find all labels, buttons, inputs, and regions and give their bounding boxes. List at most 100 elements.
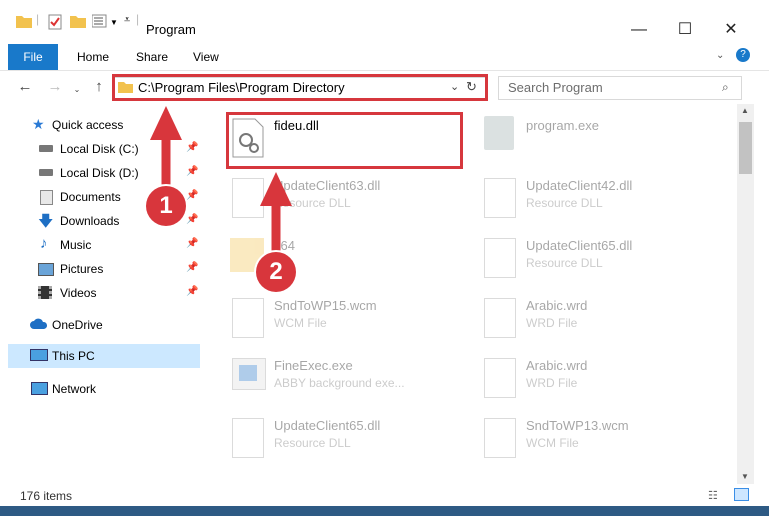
status-bar [0, 484, 769, 506]
pictures-icon [38, 263, 54, 276]
file-name: SndToWP15.wcm [274, 298, 377, 313]
sidebar-item-network[interactable]: Network [0, 377, 200, 401]
file-type: Resource DLL [274, 436, 351, 450]
up-arrow-icon[interactable]: ↑ [90, 78, 108, 96]
exe-file-icon [484, 116, 514, 150]
large-icons-view-icon[interactable] [734, 488, 749, 501]
qa-menu-icon[interactable]: ⩡ [124, 14, 130, 32]
drive-icon [39, 169, 53, 176]
exe-file-icon [232, 358, 266, 390]
file-type: Resource DLL [526, 256, 603, 270]
file-name: SndToWP13.wcm [526, 418, 629, 433]
ribbon-tabs: File Home Share View ⌄ ? [0, 44, 769, 71]
file-name: FineExec.exe [274, 358, 353, 373]
tab-view[interactable]: View [193, 44, 219, 70]
close-button[interactable]: ✕ [708, 16, 754, 44]
sidebar-item-label: Documents [60, 190, 121, 204]
folder-icon [16, 14, 32, 32]
file-name: UpdateClient42.dll [526, 178, 633, 193]
computer-icon [30, 349, 48, 361]
network-icon [31, 382, 48, 395]
cloud-icon [30, 318, 48, 333]
file-item[interactable]: FineExec.exe ABBY background exe... [228, 354, 468, 410]
chevron-down-icon[interactable]: ▼ [110, 18, 118, 36]
tab-home[interactable]: Home [77, 44, 109, 70]
file-icon [484, 298, 516, 338]
file-item[interactable]: Arabic.wrd WRD File [480, 354, 720, 410]
separator: | [36, 12, 40, 26]
file-name: UpdateClient65.dll [526, 238, 633, 253]
tab-file[interactable]: File [8, 44, 58, 70]
file-item[interactable]: UpdateClient65.dll Resource DLL [228, 414, 468, 470]
file-type: WRD File [526, 316, 578, 330]
step-1-badge: 1 [146, 186, 186, 226]
window-title: Program [146, 22, 196, 37]
file-item-program-exe[interactable]: program.exe [480, 114, 720, 170]
file-name: Arabic.wrd [526, 298, 588, 313]
dll-file-icon [484, 178, 516, 218]
expand-ribbon-icon[interactable]: ⌄ [716, 50, 724, 61]
scroll-down-icon[interactable]: ▼ [741, 472, 749, 481]
step-2-badge: 2 [256, 252, 296, 292]
help-icon[interactable]: ? [736, 48, 750, 62]
tab-share[interactable]: Share [136, 44, 168, 70]
music-icon: ♪ [40, 235, 48, 252]
sidebar-item-label: This PC [52, 349, 95, 363]
search-icon[interactable]: ⌕ [722, 80, 729, 95]
sidebar-item-videos[interactable]: Videos 📌 [0, 281, 200, 305]
file-item[interactable]: Arabic.wrd WRD File [480, 294, 720, 350]
file-type: WCM File [274, 316, 327, 330]
details-view-icon[interactable]: ☷ [708, 489, 718, 502]
file-name: Arabic.wrd [526, 358, 588, 373]
customize-qa-icon[interactable] [91, 14, 108, 32]
title-bar: | ▼ ⩡ | Program — ☐ ✕ [0, 0, 769, 44]
sidebar-item-label: Downloads [60, 214, 120, 228]
file-icon [484, 418, 516, 458]
dll-file-icon [484, 238, 516, 278]
sidebar-item-label: Network [52, 382, 97, 396]
sidebar-item-label: Videos [60, 286, 97, 300]
sidebar-item-label: Pictures [60, 262, 104, 276]
sidebar-item-label: Music [60, 238, 92, 252]
file-item[interactable]: UpdateClient42.dll Resource DLL [480, 174, 720, 230]
file-type: WCM File [526, 436, 579, 450]
back-arrow-icon[interactable]: ← [16, 78, 34, 96]
address-bar-highlight [112, 74, 488, 101]
sidebar-item-label: Local Disk (D:) [60, 166, 139, 180]
videos-icon [38, 286, 52, 299]
pin-icon[interactable]: 📌 [186, 286, 198, 297]
file-item[interactable]: SndToWP15.wcm WCM File [228, 294, 468, 350]
desktop-background [0, 506, 769, 516]
sidebar-item-label: Quick access [52, 118, 124, 132]
file-type: Resource DLL [526, 196, 603, 210]
item-count: 176 items [20, 489, 73, 503]
file-icon [232, 298, 264, 338]
search-placeholder: Search Program [508, 80, 603, 95]
forward-arrow-icon[interactable]: → [46, 78, 64, 96]
file-type: WRD File [526, 376, 578, 390]
sidebar-item-onedrive[interactable]: OneDrive [0, 313, 200, 337]
scrollbar-thumb[interactable] [739, 122, 752, 174]
separator: | [136, 12, 140, 26]
file-type: ABBY background exe... [274, 376, 405, 390]
new-folder-icon[interactable] [70, 14, 86, 32]
dll-file-icon [232, 418, 264, 458]
drive-icon [39, 145, 53, 152]
file-name: UpdateClient65.dll [274, 418, 381, 433]
sidebar-item-label: OneDrive [52, 318, 103, 332]
minimize-button[interactable]: — [616, 16, 662, 44]
recent-locations-icon[interactable]: ⌄ [68, 81, 86, 99]
properties-icon[interactable] [48, 14, 62, 32]
sidebar-item-label: Local Disk (C:) [60, 142, 139, 156]
star-icon: ★ [32, 116, 45, 132]
scroll-up-icon[interactable]: ▲ [741, 106, 749, 115]
sidebar-item-this-pc[interactable]: This PC [8, 344, 200, 368]
file-icon [484, 358, 516, 398]
file-item[interactable]: SndToWP13.wcm WCM File [480, 414, 720, 470]
maximize-button[interactable]: ☐ [662, 16, 708, 44]
documents-icon [40, 190, 53, 205]
arrow-2-head [260, 172, 292, 206]
file-item[interactable]: UpdateClient65.dll Resource DLL [480, 234, 720, 290]
file-name: program.exe [526, 118, 599, 133]
arrow-1-head [150, 106, 182, 140]
